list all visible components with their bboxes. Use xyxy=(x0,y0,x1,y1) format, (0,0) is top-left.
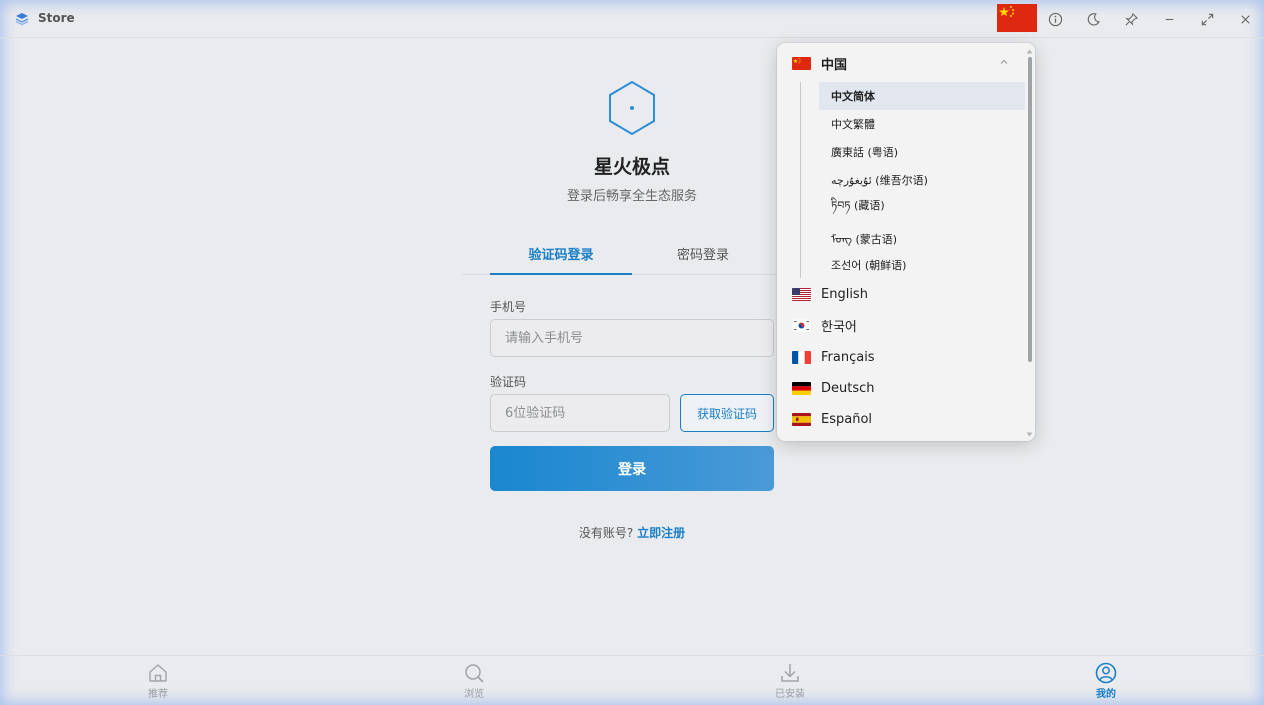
nav-label: 推荐 xyxy=(148,689,168,700)
lang-group-label: 中国 xyxy=(821,57,848,73)
lang-label: Deutsch xyxy=(821,380,875,396)
language-flag-button[interactable] xyxy=(997,4,1037,32)
maximize-icon xyxy=(1201,13,1213,25)
korea-flag-icon xyxy=(792,318,811,332)
get-code-button[interactable]: 获取验证码 xyxy=(680,394,774,432)
lang-label: English xyxy=(821,286,868,302)
nav-item-recommend[interactable]: 推荐 xyxy=(128,662,188,700)
info-button[interactable] xyxy=(1044,8,1066,30)
spain-flag-icon xyxy=(792,412,811,426)
user-icon xyxy=(1095,662,1117,684)
germany-flag-icon xyxy=(792,381,811,395)
maximize-button[interactable] xyxy=(1196,8,1218,30)
register-prompt: 没有账号? 立即注册 xyxy=(482,524,782,541)
brand-hexagon-logo-icon xyxy=(609,80,655,136)
china-flag-icon xyxy=(997,4,1037,32)
lang-item-korean[interactable]: 한국어 xyxy=(777,311,1025,339)
minimize-button[interactable] xyxy=(1158,8,1180,30)
close-button[interactable] xyxy=(1234,8,1256,30)
lang-group-china[interactable]: 中国 xyxy=(777,49,1025,77)
lang-item-english[interactable]: English xyxy=(777,280,1025,308)
language-dropdown: 中国 中文简体 中文繁體 廣東話 (粤语) ئۇيغۇرچە (维吾尔语) ཏི… xyxy=(777,43,1035,441)
register-link[interactable]: 立即注册 xyxy=(637,526,685,540)
group-indent-line xyxy=(800,82,801,278)
nav-item-installed[interactable]: 已安装 xyxy=(760,662,820,700)
app-window: Store 星火极点 登录后畅享全生态服务 验证码登录 密码登录 手机号 请输入… xyxy=(0,0,1264,705)
scroll-up-arrow-icon[interactable] xyxy=(1026,49,1033,54)
tab-sms-login[interactable]: 验证码登录 xyxy=(490,244,632,275)
brand-name: 星火极点 xyxy=(593,156,670,178)
login-tabs: 验证码登录 密码登录 xyxy=(462,236,802,275)
close-icon xyxy=(1240,14,1250,24)
nav-label: 我的 xyxy=(1096,689,1116,700)
login-button[interactable]: 登录 xyxy=(490,446,774,491)
nav-label: 浏览 xyxy=(464,689,484,700)
lang-label: Français xyxy=(821,349,875,365)
lang-label: 한국어 xyxy=(821,319,857,335)
code-label: 验证码 xyxy=(490,375,527,389)
nav-item-browse[interactable]: 浏览 xyxy=(444,662,504,700)
brand-subtitle: 登录后畅享全生态服务 xyxy=(566,189,697,204)
theme-toggle-button[interactable] xyxy=(1082,8,1104,30)
us-flag-icon xyxy=(792,287,811,301)
code-input[interactable] xyxy=(490,394,670,432)
info-icon xyxy=(1048,12,1062,26)
app-title: Store xyxy=(38,11,75,25)
france-flag-icon xyxy=(792,350,811,364)
dropdown-scrollbar-thumb[interactable] xyxy=(1028,57,1032,362)
pin-icon xyxy=(1124,12,1138,26)
lang-item-french[interactable]: Français xyxy=(777,343,1025,371)
lang-item-tibetan[interactable]: ཏིབཏ (藏语) xyxy=(819,194,1025,222)
pin-button[interactable] xyxy=(1120,8,1142,30)
no-account-text: 没有账号? xyxy=(578,526,634,540)
tab-password-login[interactable]: 密码登录 xyxy=(632,244,774,275)
lang-item-uyghur[interactable]: ئۇيغۇرچە (维吾尔语) xyxy=(819,166,1025,194)
lang-item-korean-chosun[interactable]: 조선어 (朝鲜语) xyxy=(819,251,1025,279)
search-icon xyxy=(465,664,484,683)
nav-label: 已安装 xyxy=(775,689,805,700)
chevron-up-icon[interactable] xyxy=(999,57,1009,67)
lang-item-spanish[interactable]: Español xyxy=(777,405,1025,433)
scroll-down-arrow-icon[interactable] xyxy=(1026,432,1033,437)
download-icon xyxy=(781,664,799,682)
china-flag-icon xyxy=(792,56,811,70)
nav-item-mine[interactable]: 我的 xyxy=(1076,662,1136,700)
bottom-nav: 推荐 浏览 已安装 我的 xyxy=(0,655,1264,705)
lang-item-cantonese[interactable]: 廣東話 (粤语) xyxy=(819,138,1025,166)
lang-item-zh-hant[interactable]: 中文繁體 xyxy=(819,110,1025,138)
minimize-icon xyxy=(1165,18,1173,20)
phone-label: 手机号 xyxy=(490,300,527,314)
store-logo-icon xyxy=(15,13,29,26)
lang-item-zh-hans[interactable]: 中文简体 xyxy=(819,82,1025,110)
moon-icon xyxy=(1087,12,1100,25)
phone-input[interactable] xyxy=(490,319,774,357)
lang-item-german[interactable]: Deutsch xyxy=(777,374,1025,402)
lang-label: Español xyxy=(821,411,873,427)
lang-item-mongolian[interactable]: ᠮᠣᠩ (蒙古语) xyxy=(819,223,1025,251)
home-icon xyxy=(149,664,167,682)
title-bar: Store xyxy=(0,0,1264,38)
